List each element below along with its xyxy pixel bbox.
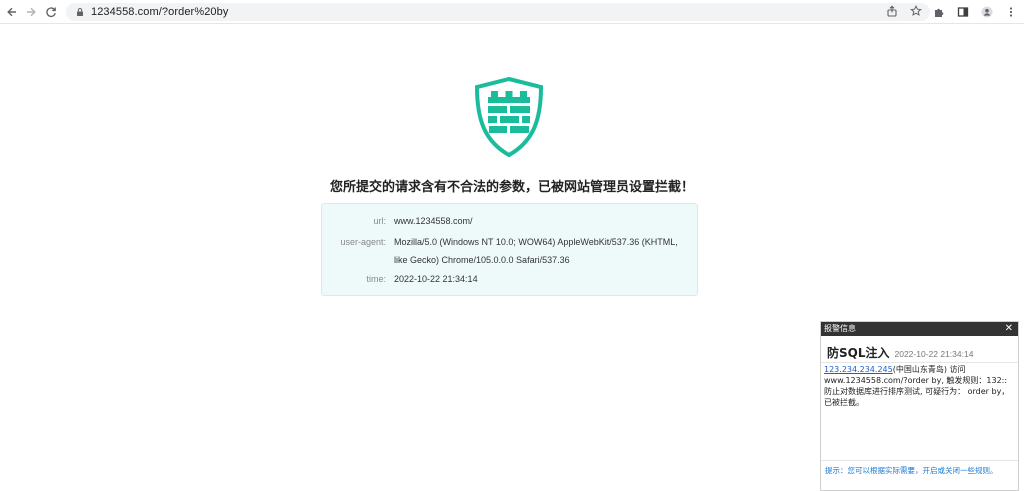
avatar-icon[interactable] [980,3,994,21]
user-agent-label: user-agent: [340,237,386,247]
share-icon[interactable] [886,5,898,17]
request-info-box: url: www.1234558.com/ user-agent: Mozill… [321,203,698,296]
user-agent-value: Mozilla/5.0 (Windows NT 10.0; WOW64) App… [394,237,678,265]
ip-link[interactable]: 123.234.234.245 [824,365,893,374]
alert-time: 2022-10-22 21:34:14 [894,349,974,359]
alert-title-row: 防SQL注入 2022-10-22 21:34:14 [827,344,973,361]
alert-header: 报警信息 ✕ [821,322,1018,336]
time-value: 2022-10-22 21:34:14 [394,274,478,284]
address-bar[interactable]: 1234558.com/?order%20by [66,3,930,21]
alert-footer-tip[interactable]: 提示：您可以根据实际需要，开启或关闭一些规则。 [825,465,998,476]
lock-icon[interactable] [75,7,85,17]
alert-popup: 报警信息 ✕ 防SQL注入 2022-10-22 21:34:14 123.23… [820,321,1019,491]
divider [821,460,1018,461]
side-panel-icon[interactable] [956,3,970,21]
url-label: url: [373,216,386,226]
time-label: time: [366,274,386,284]
page-title: 您所提交的请求含有不合法的参数，已被网站管理员设置拦截！ [329,180,694,195]
url-value: www.1234558.com/ [394,216,473,226]
firewall-shield-icon [474,77,544,157]
alert-header-title: 报警信息 [824,324,856,333]
arrow-right-icon[interactable] [20,1,42,23]
address-text[interactable]: 1234558.com/?order%20by [91,6,228,18]
close-icon[interactable]: ✕ [1005,322,1013,336]
reload-icon[interactable] [40,1,62,23]
kebab-menu-icon[interactable] [1004,3,1018,21]
puzzle-icon[interactable] [932,3,946,21]
alert-message: 123.234.234.245(中国山东青岛) 访问www.1234558.co… [824,364,1014,408]
star-icon[interactable] [910,5,922,17]
divider [821,362,1018,363]
browser-toolbar: 1234558.com/?order%20by [0,0,1024,24]
alert-title: 防SQL注入 [827,346,890,360]
